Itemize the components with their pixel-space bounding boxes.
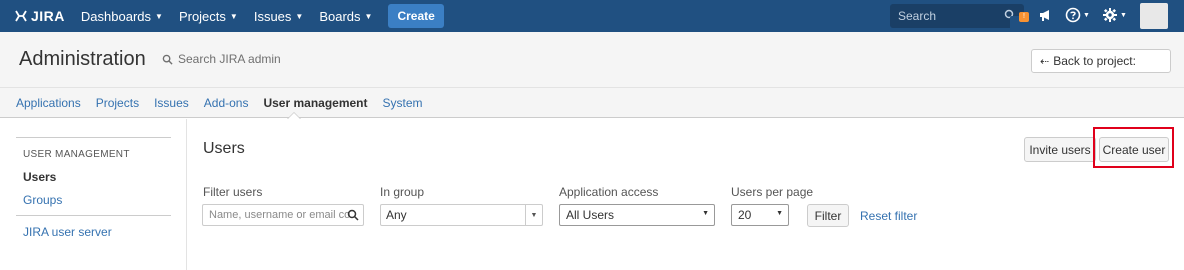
arrow-left-icon: ⇠	[1040, 55, 1050, 68]
global-search-input[interactable]: Search	[890, 4, 1024, 28]
in-group-label: In group	[380, 185, 425, 199]
filter-users-input[interactable]: Name, username or email co	[202, 204, 364, 226]
sidebar-divider	[16, 137, 171, 138]
back-to-project-label: Back to project:	[1053, 54, 1136, 68]
sidebar-item-users[interactable]: Users	[23, 170, 56, 184]
global-search-placeholder: Search	[898, 9, 937, 23]
tab-projects[interactable]: Projects	[96, 96, 139, 110]
chevron-down-icon: ▼	[229, 11, 238, 21]
in-group-value: Any	[386, 208, 407, 222]
active-tab-indicator-inner	[288, 113, 300, 119]
filter-users-placeholder: Name, username or email co	[209, 209, 351, 221]
nav-projects[interactable]: Projects ▼	[179, 9, 238, 24]
jira-logo-text: JIRA	[31, 8, 65, 24]
admin-sidebar: USER MANAGEMENT Users Groups JIRA user s…	[0, 119, 187, 270]
nav-issues-label: Issues	[253, 8, 292, 24]
tab-system[interactable]: System	[383, 96, 423, 110]
gear-icon[interactable]: ▼	[1102, 7, 1127, 23]
chevron-down-icon: ▼	[155, 11, 163, 21]
admin-header: Administration Search JIRA admin ⇠ Back …	[0, 32, 1184, 88]
chevron-down-icon: ▼	[295, 11, 304, 21]
application-access-label: Application access	[559, 185, 659, 199]
tab-issues[interactable]: Issues	[154, 96, 189, 110]
top-navigation-bar: JIRA Dashboards ▼ Projects ▼ Issues ▼ Board…	[0, 0, 1184, 32]
back-to-project-button[interactable]: ⇠ Back to project:	[1031, 49, 1171, 73]
users-heading: Users	[203, 140, 245, 157]
sidebar-divider	[16, 215, 171, 216]
in-group-select[interactable]: Any ▼	[380, 204, 543, 226]
filter-button[interactable]: Filter	[807, 204, 849, 227]
search-icon	[347, 209, 359, 221]
chevron-down-icon: ▼	[364, 11, 373, 21]
nav-boards[interactable]: Boards ▼	[319, 9, 372, 24]
nav-issues[interactable]: Issues ▼	[254, 9, 304, 24]
users-per-page-label: Users per page	[731, 185, 814, 199]
chevron-down-icon: ▼	[1120, 11, 1127, 19]
chevron-down-icon: ▼	[525, 205, 542, 225]
nav-dashboards[interactable]: Dashboards ▼	[81, 9, 163, 24]
chevron-down-icon: ▼	[1083, 11, 1090, 19]
search-icon	[162, 54, 173, 65]
admin-search[interactable]: Search JIRA admin	[162, 52, 281, 66]
nav-boards-label: Boards	[319, 8, 361, 24]
filter-users-label: Filter users	[203, 185, 263, 199]
jira-logo[interactable]: JIRA	[14, 8, 65, 24]
nav-projects-label: Projects	[178, 8, 226, 24]
chevron-down-icon: ▼	[702, 210, 709, 217]
admin-tabs: Applications Projects Issues Add-ons Use…	[0, 88, 1184, 118]
help-icon[interactable]: ▼	[1065, 7, 1090, 23]
create-issue-button[interactable]: Create	[388, 4, 444, 28]
users-per-page-select[interactable]: 20 ▼	[731, 204, 789, 226]
chevron-down-icon: ▼	[776, 210, 783, 217]
application-access-value: All Users	[566, 208, 615, 222]
create-user-button[interactable]: Create user	[1099, 137, 1169, 162]
user-avatar[interactable]	[1140, 3, 1168, 29]
jira-logo-icon	[15, 10, 27, 22]
sidebar-item-jira-user-server[interactable]: JIRA user server	[23, 225, 112, 239]
tab-add-ons[interactable]: Add-ons	[204, 96, 249, 110]
admin-search-label: Search JIRA admin	[178, 52, 281, 66]
reset-filter-link[interactable]: Reset filter	[860, 209, 917, 223]
application-access-select[interactable]: All Users ▼	[559, 204, 715, 226]
tab-applications[interactable]: Applications	[16, 96, 81, 110]
sidebar-item-groups[interactable]: Groups	[23, 193, 62, 207]
tab-user-management[interactable]: User management	[263, 96, 367, 110]
invite-users-button[interactable]: Invite users	[1024, 137, 1096, 162]
users-per-page-value: 20	[738, 208, 752, 222]
nav-dashboards-label: Dashboards	[80, 8, 152, 24]
sidebar-heading: USER MANAGEMENT	[23, 149, 130, 160]
page-title: Administration	[19, 48, 146, 70]
notification-badge-icon: !	[1019, 12, 1029, 22]
megaphone-icon[interactable]	[1038, 7, 1054, 23]
